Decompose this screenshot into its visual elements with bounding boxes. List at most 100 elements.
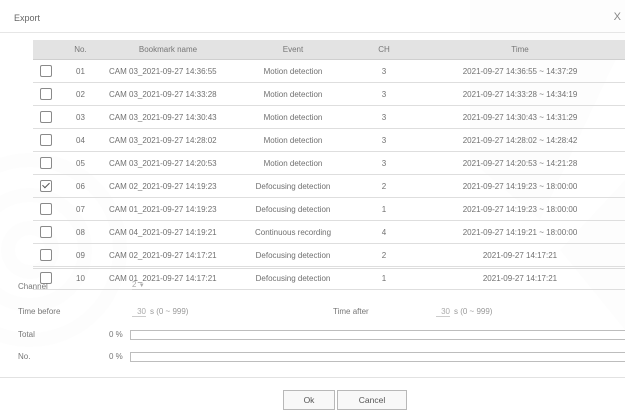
channel-select[interactable]: 2 ▼: [132, 280, 150, 290]
row-checkbox[interactable]: [39, 111, 52, 123]
row-no: 05: [58, 151, 103, 175]
row-bookmark-name: CAM 02_2021-09-27 14:17:21: [103, 243, 233, 267]
row-event: Motion detection: [233, 59, 353, 83]
row-event: Defocusing detection: [233, 266, 353, 290]
time-after-unit: s (0 ~ 999): [454, 307, 493, 316]
row-checkbox[interactable]: [39, 226, 52, 238]
row-bookmark-name: CAM 03_2021-09-27 14:30:43: [103, 105, 233, 129]
title-divider: [0, 32, 625, 33]
cancel-button[interactable]: Cancel: [337, 390, 407, 410]
row-event: Motion detection: [233, 128, 353, 152]
row-bookmark-name: CAM 03_2021-09-27 14:36:55: [103, 59, 233, 83]
time-after-label: Time after: [333, 307, 369, 316]
time-before-unit: s (0 ~ 999): [150, 307, 189, 316]
table-row[interactable]: 09 CAM 02_2021-09-27 14:17:21 Defocusing d…: [33, 243, 625, 267]
row-time: 2021-09-27 14:17:21: [415, 266, 625, 290]
header-select: [33, 40, 58, 60]
row-no: 10: [58, 266, 103, 290]
header-no[interactable]: No.: [58, 40, 103, 60]
row-no: 03: [58, 105, 103, 129]
no-progress-bar: [130, 352, 625, 362]
row-time: 2021-09-27 14:17:21: [415, 243, 625, 267]
row-checkbox[interactable]: [39, 65, 52, 77]
row-checkbox[interactable]: [39, 157, 52, 169]
row-ch: 3: [353, 128, 415, 152]
row-checkbox[interactable]: [39, 203, 52, 215]
row-no: 04: [58, 128, 103, 152]
row-ch: 2: [353, 174, 415, 198]
row-event: Motion detection: [233, 82, 353, 106]
row-bookmark-name: CAM 03_2021-09-27 14:33:28: [103, 82, 233, 106]
row-time: 2021-09-27 14:20:53 ~ 14:21:28: [415, 151, 625, 175]
total-label: Total: [18, 330, 35, 339]
time-before-input[interactable]: 30: [132, 307, 146, 317]
table-row[interactable]: 10 CAM 01_2021-09-27 14:17:21 Defocusing d…: [33, 266, 625, 290]
row-checkbox-cell: [33, 243, 58, 267]
close-icon[interactable]: X: [614, 11, 621, 23]
header-ch[interactable]: CH: [353, 40, 415, 60]
row-no: 07: [58, 197, 103, 221]
table-row[interactable]: 08 CAM 04_2021-09-27 14:19:21 Continuous r…: [33, 220, 625, 244]
table-row[interactable]: 07 CAM 01_2021-09-27 14:19:23 Defocusing d…: [33, 197, 625, 221]
row-time: 2021-09-27 14:19:21 ~ 18:00:00: [415, 220, 625, 244]
row-time: 2021-09-27 14:28:02 ~ 14:28:42: [415, 128, 625, 152]
header-bookmark-name[interactable]: Bookmark name: [103, 40, 233, 60]
row-bookmark-name: CAM 03_2021-09-27 14:20:53: [103, 151, 233, 175]
table-row[interactable]: 02 CAM 03_2021-09-27 14:33:28 Motion detec…: [33, 82, 625, 106]
table-row[interactable]: 03 CAM 03_2021-09-27 14:30:43 Motion detec…: [33, 105, 625, 129]
row-checkbox-cell: [33, 128, 58, 152]
row-event: Continuous recording: [233, 220, 353, 244]
ok-button[interactable]: Ok: [283, 390, 335, 410]
row-checkbox[interactable]: [39, 88, 52, 100]
row-no: 08: [58, 220, 103, 244]
time-after-input[interactable]: 30: [436, 307, 450, 317]
channel-value: 2: [132, 280, 137, 289]
row-ch: 1: [353, 197, 415, 221]
table-row[interactable]: 06 CAM 02_2021-09-27 14:19:23 Defocusing d…: [33, 174, 625, 198]
row-checkbox-cell: [33, 220, 58, 244]
table-row[interactable]: 05 CAM 03_2021-09-27 14:20:53 Motion detec…: [33, 151, 625, 175]
row-checkbox-cell: [33, 174, 58, 198]
total-percent: 0 %: [109, 330, 123, 339]
row-checkbox[interactable]: [39, 180, 52, 192]
chevron-down-icon: ▼: [138, 283, 145, 289]
row-event: Motion detection: [233, 105, 353, 129]
row-time: 2021-09-27 14:36:55 ~ 14:37:29: [415, 59, 625, 83]
row-ch: 3: [353, 82, 415, 106]
row-event: Defocusing detection: [233, 197, 353, 221]
table-header-row: No. Bookmark name Event CH Time: [33, 40, 625, 60]
row-checkbox-cell: [33, 197, 58, 221]
row-checkbox[interactable]: [39, 249, 52, 261]
no-label: No.: [18, 352, 31, 361]
bookmark-table: No. Bookmark name Event CH Time 01 CAM 03…: [33, 40, 625, 290]
row-time: 2021-09-27 14:33:28 ~ 14:34:19: [415, 82, 625, 106]
row-checkbox-cell: [33, 151, 58, 175]
row-bookmark-name: CAM 03_2021-09-27 14:28:02: [103, 128, 233, 152]
dialog-title: Export: [14, 13, 41, 23]
row-ch: 3: [353, 59, 415, 83]
row-time: 2021-09-27 14:30:43 ~ 14:31:29: [415, 105, 625, 129]
row-no: 06: [58, 174, 103, 198]
row-bookmark-name: CAM 04_2021-09-27 14:19:21: [103, 220, 233, 244]
section-divider: [33, 268, 625, 269]
row-bookmark-name: CAM 01_2021-09-27 14:17:21: [103, 266, 233, 290]
footer-divider: [0, 377, 625, 378]
row-time: 2021-09-27 14:19:23 ~ 18:00:00: [415, 197, 625, 221]
channel-label: Channel: [18, 282, 48, 291]
row-checkbox-cell: [33, 105, 58, 129]
row-no: 01: [58, 59, 103, 83]
row-ch: 3: [353, 151, 415, 175]
row-ch: 3: [353, 105, 415, 129]
header-event[interactable]: Event: [233, 40, 353, 60]
row-bookmark-name: CAM 01_2021-09-27 14:19:23: [103, 197, 233, 221]
table-row[interactable]: 01 CAM 03_2021-09-27 14:36:55 Motion detec…: [33, 59, 625, 83]
row-checkbox[interactable]: [39, 134, 52, 146]
row-ch: 2: [353, 243, 415, 267]
no-percent: 0 %: [109, 352, 123, 361]
header-time[interactable]: Time: [415, 40, 625, 60]
row-ch: 1: [353, 266, 415, 290]
row-event: Defocusing detection: [233, 243, 353, 267]
row-no: 02: [58, 82, 103, 106]
row-ch: 4: [353, 220, 415, 244]
table-row[interactable]: 04 CAM 03_2021-09-27 14:28:02 Motion detec…: [33, 128, 625, 152]
